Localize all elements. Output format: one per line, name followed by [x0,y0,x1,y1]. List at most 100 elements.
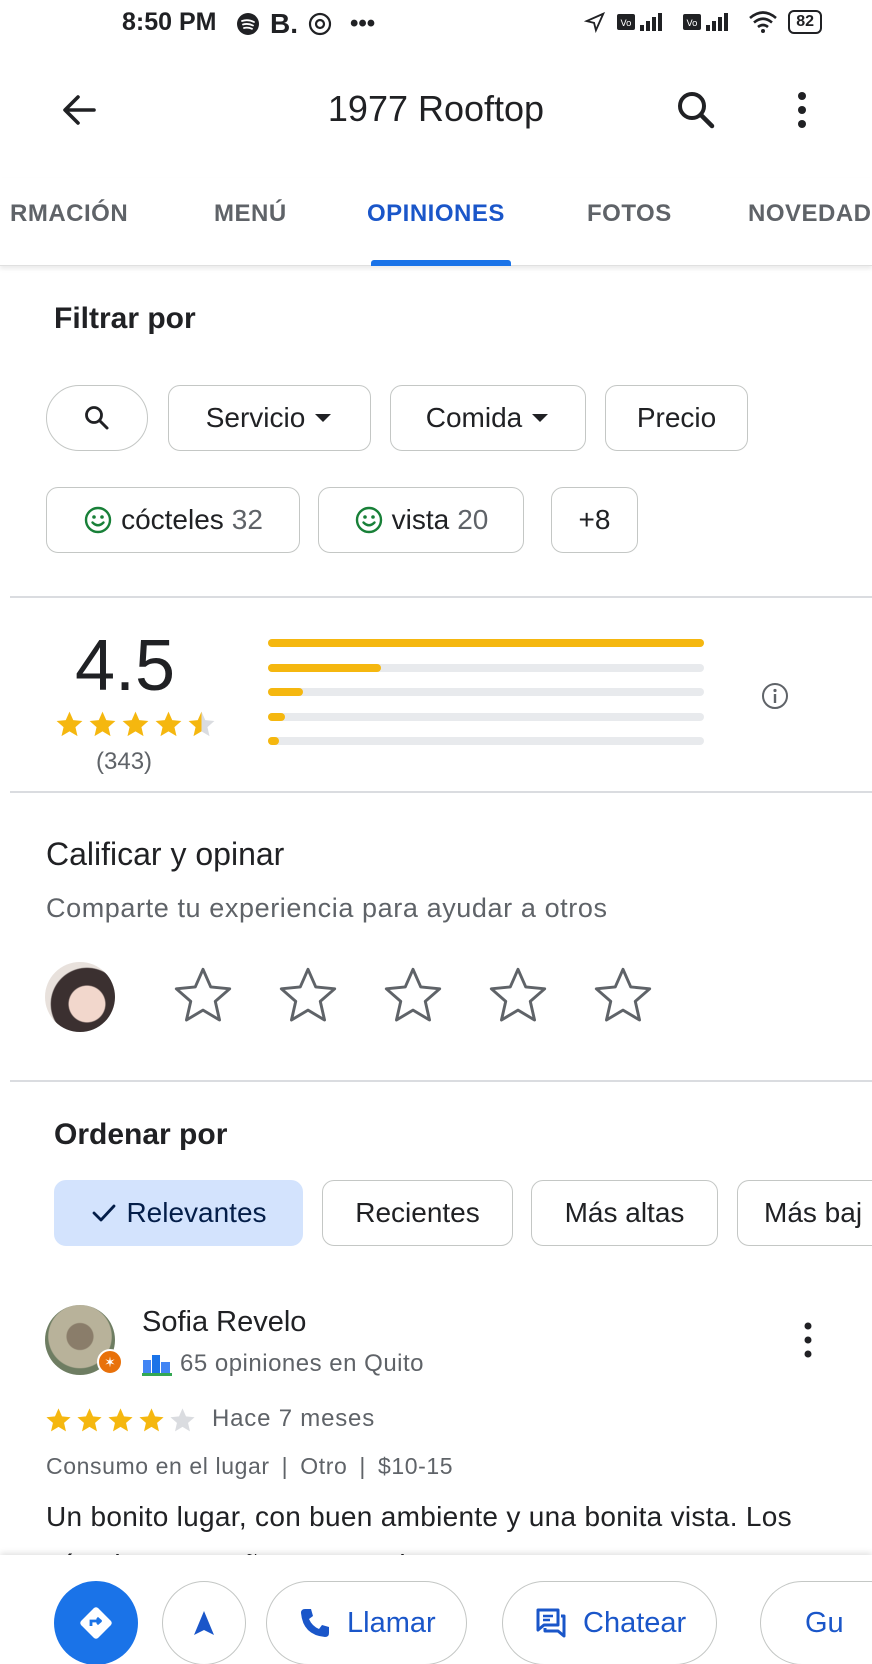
rate-star-5-icon[interactable] [591,964,655,1028]
tab-informacion[interactable]: RMACIÓN [10,200,128,228]
wifi-icon [749,11,778,33]
star-icon [46,1408,71,1432]
rate-star-3-icon[interactable] [381,964,445,1028]
topic-chip-cocteles[interactable]: cócteles 32 [46,487,300,553]
review-more-icon[interactable] [796,1320,820,1360]
rating-bar-4-stars [268,663,704,672]
check-icon [93,1204,116,1222]
star-icon [89,711,116,737]
smiley-icon [355,506,382,534]
tab-opiniones[interactable]: OPINIONES [367,200,505,228]
star-icon [77,1408,102,1432]
active-tab-indicator [371,260,511,266]
topic-count: 32 [231,504,263,535]
filter-chip-comida[interactable]: Comida [390,385,586,451]
chip-label: Precio [636,402,717,433]
search-icon [85,406,109,430]
chat-button[interactable]: Chatear [502,1581,718,1664]
battery-indicator: 82 [788,10,822,34]
info-icon[interactable] [760,681,790,711]
rating-bar-fill [268,737,279,745]
sort-chip-relevantes[interactable]: Relevantes [54,1180,303,1246]
rating-bar-fill [268,639,704,647]
search-icon[interactable] [672,86,720,134]
sort-label: Relevantes [126,1197,267,1228]
more-vert-icon[interactable] [782,86,822,134]
average-stars [54,709,217,740]
status-time: 8:50 PM [122,8,217,36]
review-tag: $10-15 [377,1453,454,1479]
city-icon [142,1355,172,1376]
sort-label: Recientes [355,1197,480,1228]
rating-bar-fill [268,663,382,672]
location-arrow-icon [584,11,606,33]
sort-heading: Ordenar por [54,1118,228,1151]
separator: | [359,1453,366,1479]
star-icon [139,1408,164,1432]
page-title: 1977 Rooftop [327,88,545,129]
rate-star-2-icon[interactable] [276,964,340,1028]
tab-fotos[interactable]: FOTOS [587,200,672,228]
chip-label: Servicio [205,402,306,433]
review-tag: Otro [300,1453,348,1479]
rating-bar-fill [268,688,303,696]
save-label: Gu [805,1606,844,1639]
divider [10,596,872,598]
status-bar: 8:50 PM B. ••• Vo Vo 82 [0,0,872,50]
sort-chip-mas-altas[interactable]: Más altas [531,1180,718,1246]
call-button[interactable]: Llamar [266,1581,467,1664]
bottom-action-bar: Llamar Chatear Gu [0,1555,872,1664]
save-button[interactable]: Gu [760,1581,872,1664]
average-rating: 4.5 [75,626,176,706]
chat-icon [536,1608,566,1638]
topic-label: cócteles [121,504,224,535]
divider [10,791,872,793]
topic-more-label: +8 [578,504,611,535]
sort-chip-recientes[interactable]: Recientes [322,1180,513,1246]
smiley-icon [84,506,112,534]
b-icon: B. [270,8,298,39]
reviewer-name[interactable]: Sofia Revelo [142,1306,306,1339]
star-icon [122,711,149,737]
spotify-icon [237,13,259,35]
phone-icon [301,1609,329,1637]
review-count: (343) [96,748,153,775]
filter-heading: Filtrar por [54,302,196,335]
directions-icon [80,1607,112,1639]
rate-review-title: Calificar y opinar [46,836,285,872]
search-reviews-chip[interactable] [46,385,148,451]
review-date: Hace 7 meses [212,1405,375,1432]
filter-chip-servicio[interactable]: Servicio [168,385,371,451]
signal-volte-icon: Vo [617,13,663,31]
chip-label: Comida [425,402,523,433]
start-navigation-button[interactable] [162,1581,246,1664]
rate-star-4-icon[interactable] [486,964,550,1028]
sort-label: Más baj [764,1197,863,1228]
tab-menu[interactable]: MENÚ [214,200,287,228]
rating-bar-1-stars [268,737,704,745]
topic-label: vista [391,504,450,535]
star-icon [170,1408,195,1432]
review-tags: Consumo en el lugar | Otro | $10-15 [46,1453,453,1480]
tab-novedades[interactable]: NOVEDAD [748,200,872,228]
topic-chip-vista[interactable]: vista 20 [318,487,524,553]
sort-label: Más altas [564,1197,685,1228]
signal-volte-icon-2: Vo [683,13,729,31]
star-icon [188,711,215,737]
review-stars [44,1406,197,1435]
status-notification-icons: B. ••• [236,8,375,40]
sort-chip-mas-bajas[interactable]: Más baj [737,1180,872,1246]
directions-button[interactable] [54,1581,138,1664]
star-icon [155,711,182,737]
threads-icon [308,12,332,36]
rating-bar-5-stars [268,639,704,647]
svg-text:Vo: Vo [687,19,698,29]
separator: | [281,1453,289,1479]
rate-star-1-icon[interactable] [171,964,235,1028]
app-bar: 1977 Rooftop [0,60,872,160]
review-tag: Consumo en el lugar [46,1453,270,1479]
filter-chip-precio[interactable]: Precio [605,385,748,451]
divider [10,1080,872,1082]
topic-chip-more[interactable]: +8 [551,487,638,553]
dropdown-arrow-icon [532,414,549,422]
